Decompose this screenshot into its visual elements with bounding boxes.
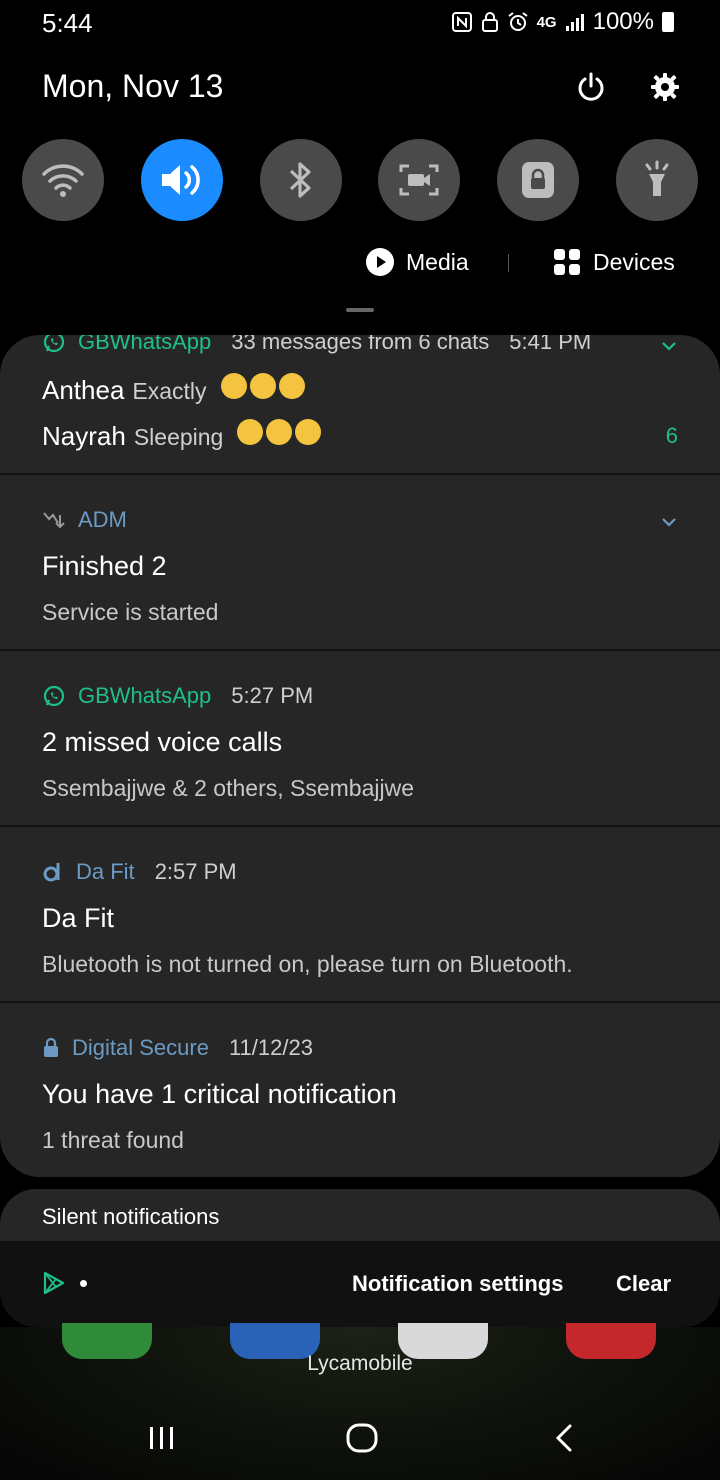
notification-header: GBWhatsApp 5:27 PM	[42, 683, 313, 709]
notification-summary: 33 messages from 6 chats	[231, 335, 490, 354]
app-name: Digital Secure	[72, 1035, 209, 1060]
bluetooth-icon	[289, 162, 311, 198]
notification-footer: Notification settings Clear	[0, 1241, 720, 1327]
battery-percent: 100%	[592, 8, 654, 35]
chevron-down-icon[interactable]	[658, 511, 680, 533]
nfc-icon	[451, 11, 473, 33]
recent-apps-icon[interactable]	[140, 1418, 184, 1458]
panel-handle[interactable]	[346, 308, 374, 312]
app-name: Da Fit	[76, 859, 135, 884]
laughing-emoji-icon	[220, 373, 305, 399]
app-name: GBWhatsApp	[78, 335, 212, 354]
notification-body: Bluetooth is not turned on, please turn …	[42, 951, 573, 977]
media-label: Media	[406, 248, 469, 275]
flashlight-icon	[645, 160, 669, 196]
back-icon[interactable]	[542, 1418, 586, 1458]
devices-button[interactable]: Devices	[553, 248, 675, 276]
notification-header: ADM	[42, 507, 127, 533]
status-bar: 5:44 4G 100%	[0, 0, 720, 46]
lock-icon	[44, 1037, 58, 1057]
home-icon[interactable]	[340, 1418, 384, 1458]
crying-emoji-icon	[237, 419, 322, 445]
notification-header: Da Fit 2:57 PM	[42, 859, 237, 885]
notification-adm[interactable]: ADM Finished 2 Service is started	[0, 475, 720, 651]
carrier-label: Lycamobile	[307, 1352, 413, 1375]
bluetooth-toggle[interactable]	[259, 139, 342, 221]
notification-time: 5:27 PM	[231, 683, 314, 708]
chevron-down-icon[interactable]	[658, 335, 680, 357]
navigation-bar	[0, 1396, 720, 1480]
flashlight-toggle[interactable]	[615, 139, 698, 221]
media-button[interactable]: Media	[366, 248, 469, 276]
message-text: Exactly	[132, 378, 207, 404]
secure-folder-toggle[interactable]	[497, 139, 580, 221]
sender-name: Anthea	[42, 375, 125, 405]
message-text: Sleeping	[133, 424, 224, 450]
sender-name: Nayrah	[42, 421, 126, 451]
clear-button[interactable]: Clear	[616, 1271, 671, 1297]
devices-label: Devices	[593, 248, 675, 275]
divider	[508, 254, 509, 272]
sound-toggle[interactable]	[140, 139, 223, 221]
signal-icon	[565, 12, 585, 32]
status-time: 5:44	[42, 8, 93, 38]
4g-icon: 4G	[536, 13, 557, 31]
silent-notifications-section[interactable]: Silent notifications	[0, 1189, 720, 1249]
notification-title: Da Fit	[42, 903, 115, 933]
whatsapp-icon	[43, 685, 65, 707]
notification-digital-secure[interactable]: Digital Secure 11/12/23 You have 1 criti…	[0, 1003, 720, 1177]
screen-record-icon	[399, 164, 439, 196]
notification-title: You have 1 critical notification	[42, 1079, 397, 1109]
notification-body: Ssembajjwe & 2 others, Ssembajjwe	[42, 775, 414, 801]
play-store-icon	[43, 1271, 65, 1295]
devices-grid-icon	[554, 249, 580, 275]
message-line: Nayrah Sleeping	[42, 419, 322, 452]
screen-recorder-toggle[interactable]	[378, 139, 461, 221]
notification-header: Digital Secure 11/12/23	[42, 1035, 313, 1061]
battery-icon	[662, 12, 674, 32]
date-label: Mon, Nov 13	[42, 68, 224, 104]
download-speed-icon	[43, 512, 65, 529]
footer-app-icons[interactable]	[42, 1271, 87, 1295]
status-icons: 4G 100%	[451, 8, 674, 36]
notification-body: 1 threat found	[42, 1127, 184, 1153]
notification-header: GBWhatsApp 33 messages from 6 chats 5:41…	[42, 335, 591, 355]
silent-notifications-label: Silent notifications	[42, 1204, 220, 1229]
alarm-icon	[507, 11, 529, 33]
dafit-icon	[43, 863, 60, 882]
power-icon[interactable]	[572, 68, 610, 106]
message-line: Anthea Exactly	[42, 373, 305, 406]
more-dot-icon	[80, 1279, 87, 1287]
app-name: GBWhatsApp	[78, 683, 212, 708]
notification-title: Finished 2	[42, 551, 167, 581]
notification-time: 2:57 PM	[154, 859, 237, 884]
notification-panel: GBWhatsApp 33 messages from 6 chats 5:41…	[0, 335, 720, 1177]
volume-icon	[161, 165, 200, 195]
wifi-toggle[interactable]	[22, 139, 104, 221]
play-icon	[366, 248, 394, 276]
notification-body: Service is started	[42, 599, 219, 625]
header-actions	[572, 68, 684, 106]
message-count-badge: 6	[665, 423, 678, 448]
media-devices-bar: Media Devices	[0, 244, 720, 284]
lock-icon	[481, 11, 499, 33]
wifi-icon	[42, 164, 84, 197]
notification-dafit[interactable]: Da Fit 2:57 PM Da Fit Bluetooth is not t…	[0, 827, 720, 1003]
notification-gbwhatsapp-calls[interactable]: GBWhatsApp 5:27 PM 2 missed voice calls …	[0, 651, 720, 827]
notification-time: 5:41 PM	[509, 335, 592, 354]
notification-settings-button[interactable]: Notification settings	[352, 1271, 563, 1297]
whatsapp-icon	[43, 335, 65, 353]
lock-icon	[522, 162, 555, 198]
notification-time: 11/12/23	[228, 1035, 313, 1060]
app-name: ADM	[78, 507, 127, 532]
gear-icon[interactable]	[646, 68, 684, 106]
quick-settings	[22, 139, 698, 221]
notification-gbwhatsapp-messages[interactable]: GBWhatsApp 33 messages from 6 chats 5:41…	[0, 335, 720, 475]
notification-title: 2 missed voice calls	[42, 727, 283, 757]
